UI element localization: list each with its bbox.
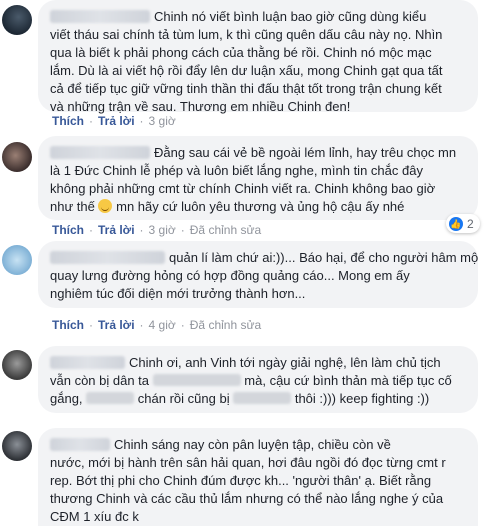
blurred-text: [86, 392, 135, 404]
reaction-count-badge[interactable]: 👍 2: [446, 214, 480, 233]
comment-actions: Thích · Trả lời · 4 giờ · Đã chỉnh sửa: [52, 318, 262, 332]
commenter-avatar[interactable]: [2, 245, 32, 275]
reply-link[interactable]: Trả lời: [98, 114, 135, 128]
reply-link[interactable]: Trả lời: [98, 223, 135, 237]
smile-emoji-icon: [98, 199, 113, 213]
blurred-commenter-name[interactable]: [50, 438, 110, 451]
comment-text: Chinh nó viết bình luận bao giờ cũng dùn…: [154, 9, 427, 24]
comment-text: CĐM 1 xíu đc k: [50, 509, 139, 524]
blurred-commenter-name[interactable]: [50, 146, 150, 159]
comment-text: rep. Bớt thị phi cho Chinh đúm được kh..…: [50, 473, 432, 488]
blurred-commenter-name[interactable]: [50, 10, 150, 23]
comment-bubble: Chinh sáng nay còn pân luyện tập, chiều …: [38, 428, 478, 526]
comment-bubble: quản lí làm chứ ai:))... Báo hại, để cho…: [38, 241, 478, 308]
comment-text: là 1 Đức Chinh lễ phép và luôn biết lắng…: [50, 163, 423, 178]
edited-label[interactable]: Đã chỉnh sửa: [190, 318, 261, 332]
comment-text: nước, mới bị hành trên sân hải quan, hơi…: [50, 455, 446, 470]
comment-text: quay lưng đường hỏng có hợp đồng quảng c…: [50, 268, 410, 283]
comment-text: như thế: [50, 199, 95, 214]
comment-bubble: Đằng sau cái vẻ bề ngoài lém lỉnh, hay t…: [38, 136, 478, 220]
reply-link[interactable]: Trả lời: [98, 318, 135, 332]
blurred-commenter-name[interactable]: [50, 251, 165, 264]
comment-bubble: Chinh nó viết bình luận bao giờ cũng dùn…: [38, 0, 478, 114]
comment-text: lắm. Dù là ai viết hộ rồi đẩy lên dư luậ…: [50, 63, 443, 78]
blurred-text: [233, 392, 292, 404]
timestamp[interactable]: 3 giờ: [149, 114, 176, 128]
comment-text: quản lí làm chứ ai:))... Báo hại, để cho…: [169, 250, 479, 265]
comment-text: thôi :))) keep fighting :)): [294, 391, 430, 406]
comment-text: cả để tiếp tục giữ vững tinh thần thi đấ…: [50, 81, 442, 96]
commenter-avatar[interactable]: [2, 5, 32, 35]
timestamp[interactable]: 3 giờ: [149, 223, 176, 237]
timestamp[interactable]: 4 giờ: [149, 318, 176, 332]
comment-bubble: Chinh ơi, anh Vinh tới ngày giải nghệ, l…: [38, 346, 478, 413]
comment-text: không phải những cmt từ chính Chinh viết…: [50, 181, 436, 196]
edited-label[interactable]: Đã chỉnh sửa: [190, 223, 261, 237]
comment-text: Đằng sau cái vẻ bề ngoài lém lỉnh, hay t…: [154, 145, 457, 160]
comment-text: Chinh ơi, anh Vinh tới ngày giải nghệ, l…: [129, 355, 441, 370]
like-link[interactable]: Thích: [52, 318, 84, 332]
comment-text: Chinh sáng nay còn pân luyện tập, chiều …: [114, 437, 391, 452]
like-link[interactable]: Thích: [52, 114, 84, 128]
comment-text: vẫn còn bị dân ta: [50, 373, 150, 388]
comment-text: viết tháu sai chính tả tùm lum, k thì cũ…: [50, 27, 443, 42]
comment-text: chán rồi cũng bị: [137, 391, 230, 406]
commenter-avatar[interactable]: [2, 350, 32, 380]
comment-text: mn hãy cứ luôn yêu thương và ủng hộ cậu …: [116, 199, 405, 214]
comment-text: gắng,: [50, 391, 83, 406]
blurred-text: [152, 374, 241, 386]
like-reaction-icon: 👍: [449, 216, 463, 231]
comment-actions: Thích · Trả lời · 3 giờ: [52, 114, 176, 128]
reaction-count: 2: [467, 216, 474, 231]
commenter-avatar[interactable]: [2, 431, 32, 461]
comment-text: thương Chinh và các cầu thủ lắm nhưng có…: [50, 491, 444, 506]
comment-text: qua là biết k phải phong cách của thằng …: [50, 45, 432, 60]
comment-text: mà, cậu cứ bình thản mà tiếp tục cố: [244, 373, 452, 388]
blurred-commenter-name[interactable]: [50, 356, 125, 369]
like-link[interactable]: Thích: [52, 223, 84, 237]
commenter-avatar[interactable]: [2, 142, 32, 172]
comment-actions: Thích · Trả lời · 3 giờ · Đã chỉnh sửa: [52, 223, 262, 237]
comment-text: nghiêm túc đối diện mới trưởng thành hơn…: [50, 286, 306, 301]
